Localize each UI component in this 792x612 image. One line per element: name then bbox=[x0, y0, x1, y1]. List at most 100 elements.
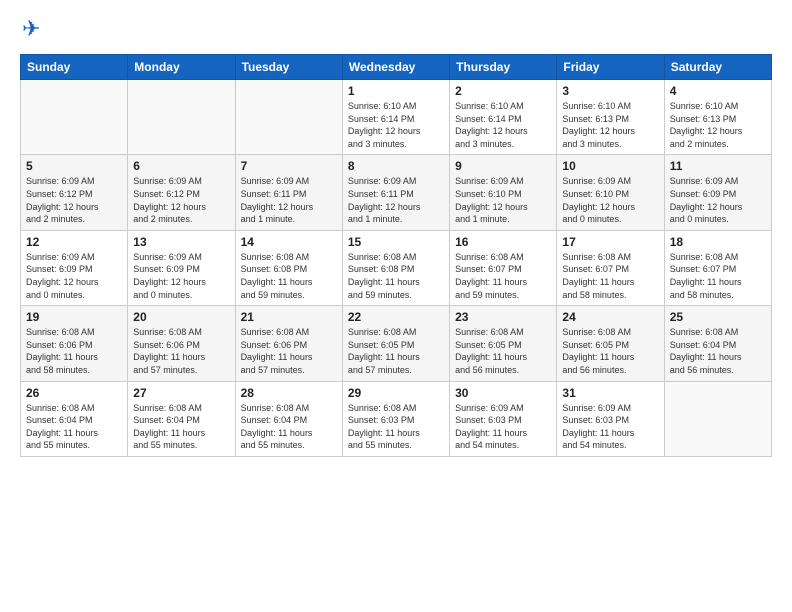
col-header-monday: Monday bbox=[128, 55, 235, 80]
day-number: 19 bbox=[26, 310, 122, 324]
day-number: 25 bbox=[670, 310, 766, 324]
day-number: 6 bbox=[133, 159, 229, 173]
day-info: Sunrise: 6:08 AM Sunset: 6:06 PM Dayligh… bbox=[133, 326, 229, 376]
calendar-cell: 22 Sunrise: 6:08 AM Sunset: 6:05 PM Dayli… bbox=[342, 306, 449, 381]
day-info: Sunrise: 6:08 AM Sunset: 6:06 PM Dayligh… bbox=[26, 326, 122, 376]
day-info: Sunrise: 6:08 AM Sunset: 6:07 PM Dayligh… bbox=[562, 251, 658, 301]
day-info: Sunrise: 6:09 AM Sunset: 6:11 PM Dayligh… bbox=[241, 175, 337, 225]
calendar-cell: 28 Sunrise: 6:08 AM Sunset: 6:04 PM Dayli… bbox=[235, 381, 342, 456]
col-header-saturday: Saturday bbox=[664, 55, 771, 80]
logo: ✈ bbox=[20, 16, 40, 42]
day-number: 18 bbox=[670, 235, 766, 249]
day-number: 2 bbox=[455, 84, 551, 98]
calendar-cell: 26Sunrise: 6:08 AM Sunset: 6:04 PM Dayli… bbox=[21, 381, 128, 456]
day-info: Sunrise: 6:08 AM Sunset: 6:05 PM Dayligh… bbox=[455, 326, 551, 376]
day-number: 3 bbox=[562, 84, 658, 98]
calendar-cell bbox=[664, 381, 771, 456]
day-info: Sunrise: 6:08 AM Sunset: 6:03 PM Dayligh… bbox=[348, 402, 444, 452]
calendar-cell: 7 Sunrise: 6:09 AM Sunset: 6:11 PM Daylig… bbox=[235, 155, 342, 230]
day-info: Sunrise: 6:09 AM Sunset: 6:10 PM Dayligh… bbox=[562, 175, 658, 225]
col-header-sunday: Sunday bbox=[21, 55, 128, 80]
calendar-cell: 16Sunrise: 6:08 AM Sunset: 6:07 PM Dayli… bbox=[450, 230, 557, 305]
calendar-cell: 11 Sunrise: 6:09 AM Sunset: 6:09 PM Dayli… bbox=[664, 155, 771, 230]
day-number: 1 bbox=[348, 84, 444, 98]
day-info: Sunrise: 6:08 AM Sunset: 6:08 PM Dayligh… bbox=[348, 251, 444, 301]
day-info: Sunrise: 6:08 AM Sunset: 6:07 PM Dayligh… bbox=[455, 251, 551, 301]
day-number: 27 bbox=[133, 386, 229, 400]
header: ✈ bbox=[20, 16, 772, 42]
day-info: Sunrise: 6:09 AM Sunset: 6:12 PM Dayligh… bbox=[26, 175, 122, 225]
logo-icon: ✈ bbox=[22, 16, 40, 42]
day-number: 29 bbox=[348, 386, 444, 400]
calendar-header-row: SundayMondayTuesdayWednesdayThursdayFrid… bbox=[21, 55, 772, 80]
day-number: 24 bbox=[562, 310, 658, 324]
day-info: Sunrise: 6:10 AM Sunset: 6:14 PM Dayligh… bbox=[348, 100, 444, 150]
day-number: 28 bbox=[241, 386, 337, 400]
day-info: Sunrise: 6:09 AM Sunset: 6:09 PM Dayligh… bbox=[26, 251, 122, 301]
calendar-table: SundayMondayTuesdayWednesdayThursdayFrid… bbox=[20, 54, 772, 457]
day-info: Sunrise: 6:09 AM Sunset: 6:09 PM Dayligh… bbox=[670, 175, 766, 225]
calendar-cell: 31Sunrise: 6:09 AM Sunset: 6:03 PM Dayli… bbox=[557, 381, 664, 456]
calendar-cell: 29 Sunrise: 6:08 AM Sunset: 6:03 PM Dayli… bbox=[342, 381, 449, 456]
calendar-cell: 19 Sunrise: 6:08 AM Sunset: 6:06 PM Dayli… bbox=[21, 306, 128, 381]
calendar-cell: 1 Sunrise: 6:10 AM Sunset: 6:14 PM Daylig… bbox=[342, 80, 449, 155]
day-number: 9 bbox=[455, 159, 551, 173]
day-info: Sunrise: 6:09 AM Sunset: 6:09 PM Dayligh… bbox=[133, 251, 229, 301]
calendar-week-row: 19 Sunrise: 6:08 AM Sunset: 6:06 PM Dayli… bbox=[21, 306, 772, 381]
day-info: Sunrise: 6:08 AM Sunset: 6:05 PM Dayligh… bbox=[348, 326, 444, 376]
calendar-cell: 30Sunrise: 6:09 AM Sunset: 6:03 PM Dayli… bbox=[450, 381, 557, 456]
day-number: 23 bbox=[455, 310, 551, 324]
calendar-cell bbox=[21, 80, 128, 155]
calendar-week-row: 5 Sunrise: 6:09 AM Sunset: 6:12 PM Daylig… bbox=[21, 155, 772, 230]
day-number: 22 bbox=[348, 310, 444, 324]
day-number: 14 bbox=[241, 235, 337, 249]
day-number: 12 bbox=[26, 235, 122, 249]
day-number: 13 bbox=[133, 235, 229, 249]
day-number: 4 bbox=[670, 84, 766, 98]
calendar-cell bbox=[128, 80, 235, 155]
calendar-week-row: 26Sunrise: 6:08 AM Sunset: 6:04 PM Dayli… bbox=[21, 381, 772, 456]
calendar-cell: 17 Sunrise: 6:08 AM Sunset: 6:07 PM Dayli… bbox=[557, 230, 664, 305]
calendar-cell: 8Sunrise: 6:09 AM Sunset: 6:11 PM Daylig… bbox=[342, 155, 449, 230]
calendar-cell: 5 Sunrise: 6:09 AM Sunset: 6:12 PM Daylig… bbox=[21, 155, 128, 230]
day-number: 15 bbox=[348, 235, 444, 249]
col-header-friday: Friday bbox=[557, 55, 664, 80]
calendar-cell: 9Sunrise: 6:09 AM Sunset: 6:10 PM Daylig… bbox=[450, 155, 557, 230]
col-header-wednesday: Wednesday bbox=[342, 55, 449, 80]
calendar-cell: 3 Sunrise: 6:10 AM Sunset: 6:13 PM Daylig… bbox=[557, 80, 664, 155]
calendar-cell: 18 Sunrise: 6:08 AM Sunset: 6:07 PM Dayli… bbox=[664, 230, 771, 305]
day-number: 30 bbox=[455, 386, 551, 400]
calendar-cell: 24 Sunrise: 6:08 AM Sunset: 6:05 PM Dayli… bbox=[557, 306, 664, 381]
day-number: 8 bbox=[348, 159, 444, 173]
day-info: Sunrise: 6:09 AM Sunset: 6:12 PM Dayligh… bbox=[133, 175, 229, 225]
page: ✈ SundayMondayTuesdayWednesdayThursdayFr… bbox=[0, 0, 792, 612]
day-number: 21 bbox=[241, 310, 337, 324]
calendar-cell: 23 Sunrise: 6:08 AM Sunset: 6:05 PM Dayli… bbox=[450, 306, 557, 381]
day-number: 31 bbox=[562, 386, 658, 400]
calendar-cell: 27Sunrise: 6:08 AM Sunset: 6:04 PM Dayli… bbox=[128, 381, 235, 456]
calendar-cell: 14 Sunrise: 6:08 AM Sunset: 6:08 PM Dayli… bbox=[235, 230, 342, 305]
calendar-cell: 12 Sunrise: 6:09 AM Sunset: 6:09 PM Dayli… bbox=[21, 230, 128, 305]
day-number: 17 bbox=[562, 235, 658, 249]
calendar-cell bbox=[235, 80, 342, 155]
day-number: 10 bbox=[562, 159, 658, 173]
calendar-cell: 6 Sunrise: 6:09 AM Sunset: 6:12 PM Daylig… bbox=[128, 155, 235, 230]
calendar-cell: 10 Sunrise: 6:09 AM Sunset: 6:10 PM Dayli… bbox=[557, 155, 664, 230]
day-number: 5 bbox=[26, 159, 122, 173]
col-header-tuesday: Tuesday bbox=[235, 55, 342, 80]
day-info: Sunrise: 6:10 AM Sunset: 6:13 PM Dayligh… bbox=[562, 100, 658, 150]
calendar-cell: 2Sunrise: 6:10 AM Sunset: 6:14 PM Daylig… bbox=[450, 80, 557, 155]
calendar-cell: 15 Sunrise: 6:08 AM Sunset: 6:08 PM Dayli… bbox=[342, 230, 449, 305]
calendar-cell: 25Sunrise: 6:08 AM Sunset: 6:04 PM Dayli… bbox=[664, 306, 771, 381]
day-info: Sunrise: 6:08 AM Sunset: 6:07 PM Dayligh… bbox=[670, 251, 766, 301]
day-info: Sunrise: 6:08 AM Sunset: 6:04 PM Dayligh… bbox=[241, 402, 337, 452]
day-info: Sunrise: 6:10 AM Sunset: 6:13 PM Dayligh… bbox=[670, 100, 766, 150]
day-number: 7 bbox=[241, 159, 337, 173]
day-number: 20 bbox=[133, 310, 229, 324]
calendar-cell: 21 Sunrise: 6:08 AM Sunset: 6:06 PM Dayli… bbox=[235, 306, 342, 381]
day-info: Sunrise: 6:08 AM Sunset: 6:05 PM Dayligh… bbox=[562, 326, 658, 376]
day-info: Sunrise: 6:08 AM Sunset: 6:08 PM Dayligh… bbox=[241, 251, 337, 301]
calendar-cell: 13 Sunrise: 6:09 AM Sunset: 6:09 PM Dayli… bbox=[128, 230, 235, 305]
day-number: 11 bbox=[670, 159, 766, 173]
day-info: Sunrise: 6:08 AM Sunset: 6:06 PM Dayligh… bbox=[241, 326, 337, 376]
